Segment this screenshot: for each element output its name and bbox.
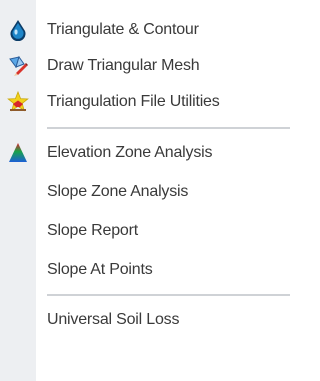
menu-item-label: Slope Zone Analysis bbox=[47, 183, 189, 200]
menu-item-icon-placeholder bbox=[0, 174, 36, 210]
menu-item-label: Draw Triangular Mesh bbox=[47, 57, 200, 74]
menu-separator bbox=[47, 294, 290, 296]
menu-item-triangulation-file-utilities[interactable]: Triangulation File Utilities bbox=[0, 84, 290, 120]
menu-separator bbox=[47, 127, 290, 129]
menu-item-label: Slope At Points bbox=[47, 261, 153, 278]
menu-item-label: Triangulate & Contour bbox=[47, 21, 199, 38]
menu-item-icon-placeholder bbox=[0, 252, 36, 288]
menu-item-slope-report[interactable]: Slope Report bbox=[0, 213, 290, 249]
triangulation-file-utilities-icon bbox=[0, 84, 36, 120]
menu-item-label: Triangulation File Utilities bbox=[47, 93, 220, 110]
menu-item-label: Universal Soil Loss bbox=[47, 311, 180, 328]
menu-item-elevation-zone-analysis[interactable]: Elevation Zone Analysis bbox=[0, 135, 290, 171]
menu-item-icon-placeholder bbox=[0, 213, 36, 249]
menu-item-universal-soil-loss[interactable]: Universal Soil Loss bbox=[0, 302, 290, 338]
menu-item-triangulate-contour[interactable]: Triangulate & Contour bbox=[0, 12, 290, 48]
menu-item-slope-at-points[interactable]: Slope At Points bbox=[0, 252, 290, 288]
menu-item-draw-triangular-mesh[interactable]: Draw Triangular Mesh bbox=[0, 48, 290, 84]
draw-triangular-mesh-icon bbox=[0, 48, 36, 84]
elevation-zone-analysis-icon bbox=[0, 135, 36, 171]
menu-item-slope-zone-analysis[interactable]: Slope Zone Analysis bbox=[0, 174, 290, 210]
menu-item-label: Slope Report bbox=[47, 222, 138, 239]
menu-item-label: Elevation Zone Analysis bbox=[47, 144, 213, 161]
context-menu: Triangulate & Contour Draw Triangular Me… bbox=[0, 0, 290, 381]
triangulate-contour-icon bbox=[0, 12, 36, 48]
menu-item-icon-placeholder bbox=[0, 302, 36, 338]
